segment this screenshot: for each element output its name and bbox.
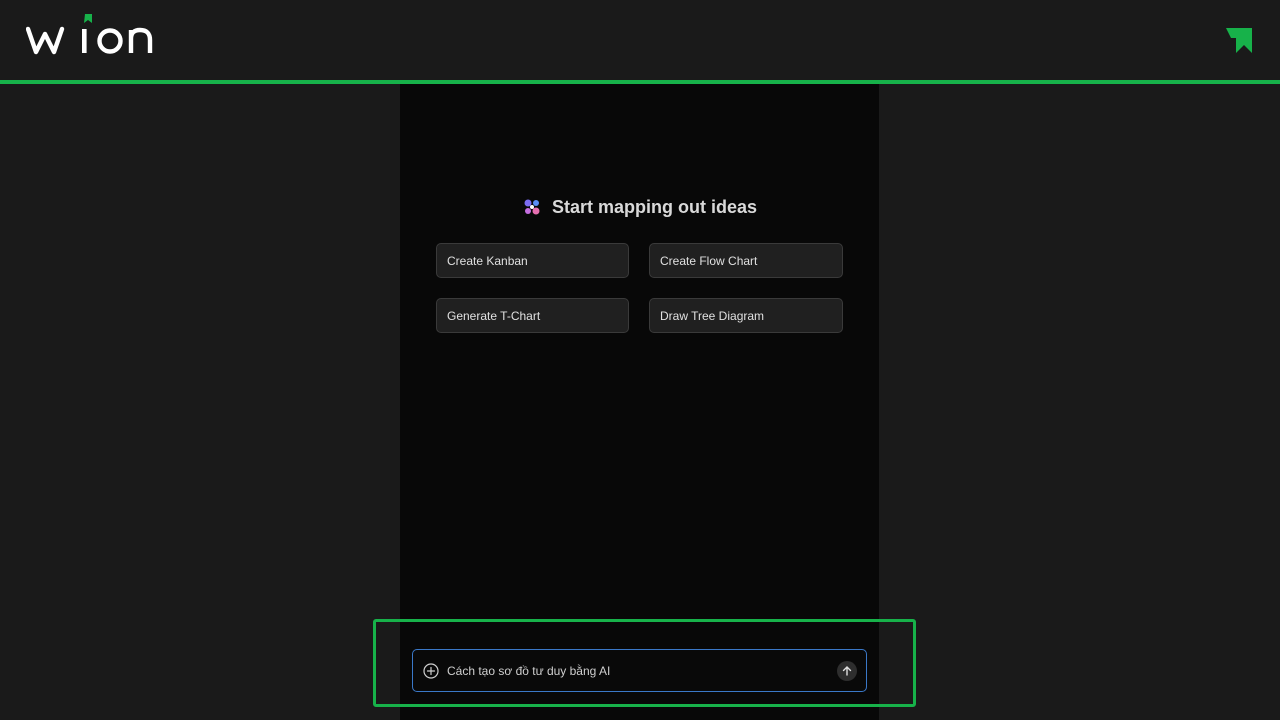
create-flow-chart-button[interactable]: Create Flow Chart [649,243,843,278]
page-title: Start mapping out ideas [551,196,758,217]
generate-t-chart-button[interactable]: Generate T-Chart [436,298,629,333]
mindmap-sparkle-icon [524,199,540,215]
draw-tree-diagram-button[interactable]: Draw Tree Diagram [649,298,843,333]
wion-logo[interactable] [26,12,158,56]
create-kanban-button[interactable]: Create Kanban [436,243,629,278]
arrow-up-icon [842,665,852,676]
chat-input[interactable] [439,649,837,692]
brand-corner-icon [1226,28,1252,53]
top-bar: wion [0,0,1280,80]
heading-row: Start mapping out ideas [400,192,879,222]
plus-circle-icon[interactable] [423,662,439,679]
send-button[interactable] [837,660,857,681]
chat-input-container[interactable] [412,649,867,692]
